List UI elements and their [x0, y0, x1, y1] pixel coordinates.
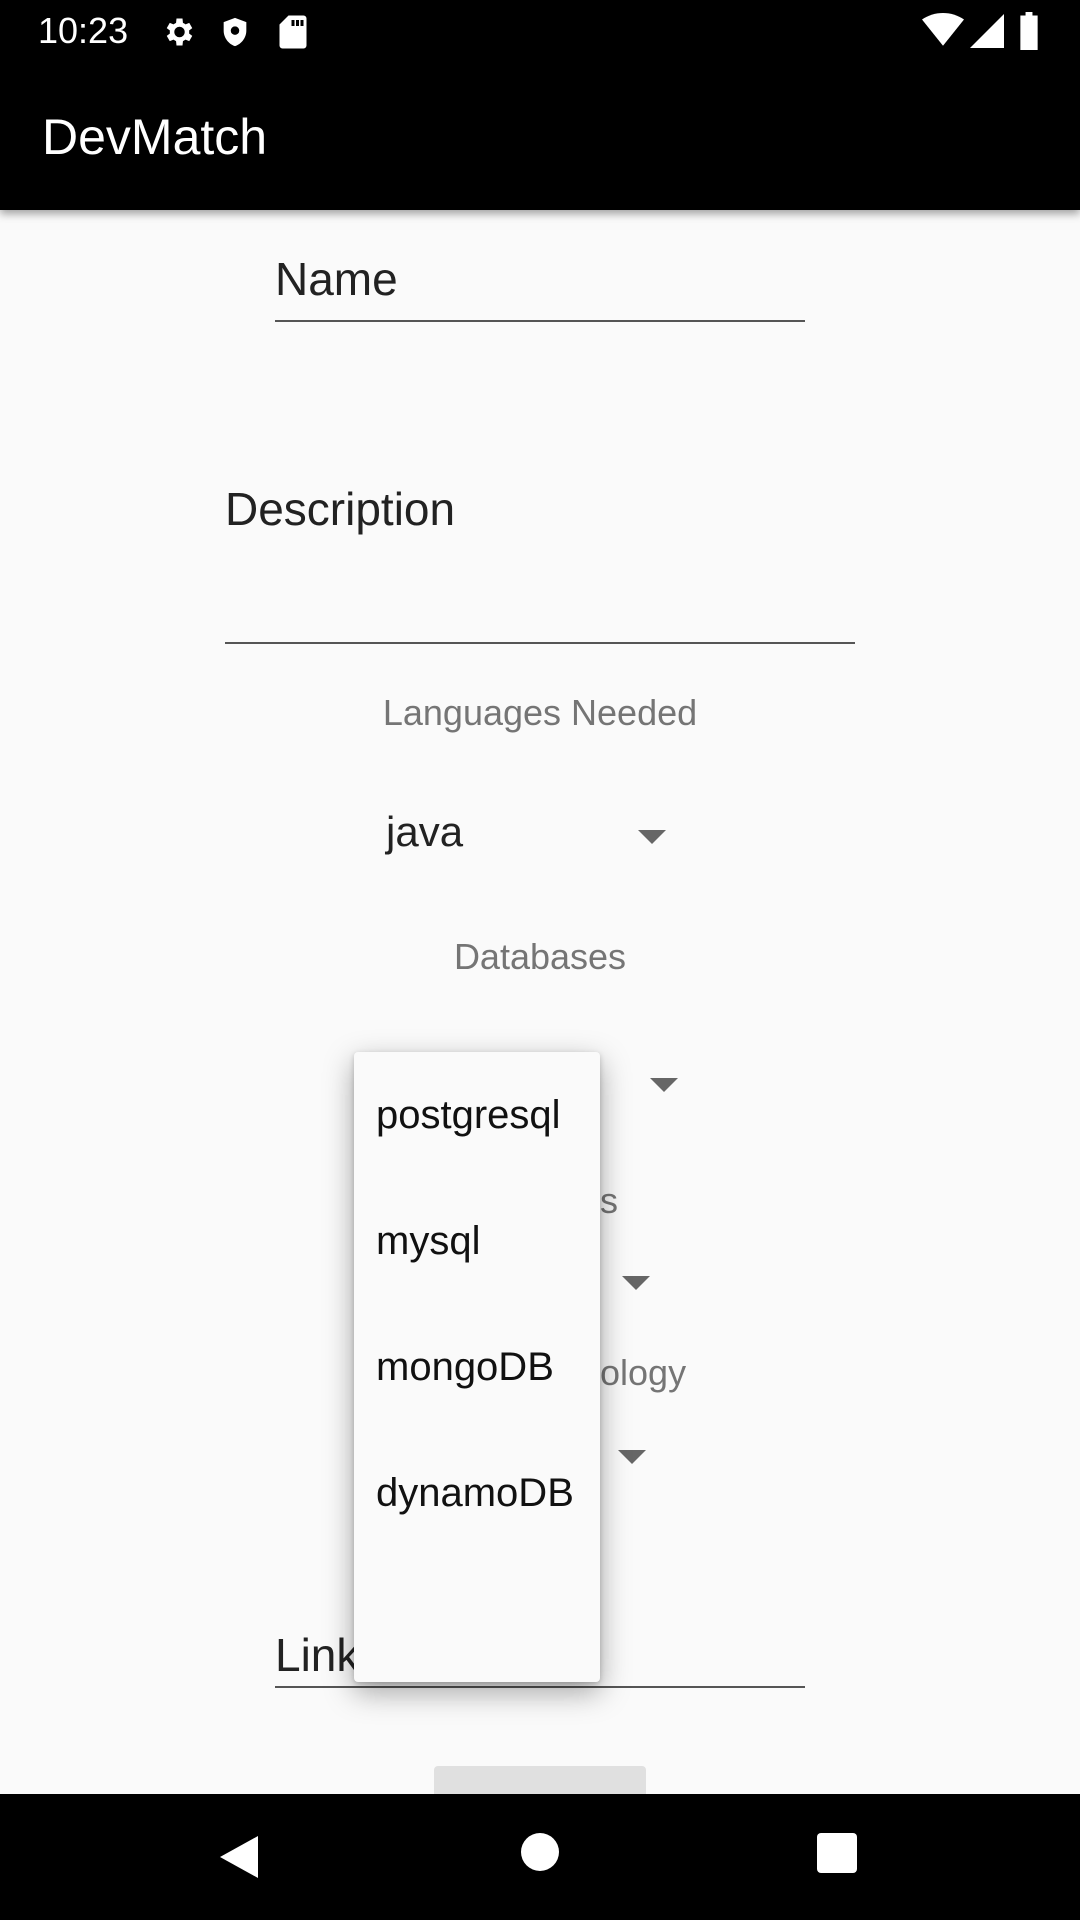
wifi-icon: [922, 12, 964, 53]
dropdown-item-mysql[interactable]: mysql: [354, 1178, 600, 1304]
signal-icon: [970, 14, 1004, 53]
frameworks-label: s: [600, 1180, 618, 1222]
chevron-down-icon: [638, 830, 666, 844]
databases-label: Databases: [453, 936, 627, 977]
back-icon[interactable]: [216, 1832, 260, 1887]
languages-selected: java: [386, 808, 464, 855]
chevron-down-icon: [622, 1276, 650, 1290]
description-placeholder: Description: [225, 483, 456, 535]
name-field[interactable]: Name: [275, 240, 805, 322]
navigation-bar: [0, 1794, 1080, 1920]
description-field[interactable]: Description: [225, 460, 855, 644]
chevron-down-icon: [618, 1450, 646, 1464]
status-time: 10:23: [38, 10, 129, 51]
gear-icon: [160, 14, 196, 55]
name-placeholder: Name: [275, 253, 398, 305]
frameworks-label-fragment: s: [600, 1180, 618, 1221]
recents-icon[interactable]: [816, 1832, 858, 1879]
shield-icon: [218, 14, 252, 55]
technology-label: ology: [600, 1352, 686, 1394]
languages-label: Languages Needed: [382, 692, 698, 733]
battery-icon: [1018, 12, 1040, 55]
home-icon[interactable]: [520, 1832, 560, 1877]
languages-spinner[interactable]: java: [380, 800, 680, 870]
link-placeholder: Link: [275, 1629, 360, 1681]
sd-card-icon: [278, 14, 308, 55]
technology-label-fragment: ology: [600, 1352, 687, 1393]
dropdown-item-mongodb[interactable]: mongoDB: [354, 1304, 600, 1430]
dropdown-item-postgresql[interactable]: postgresql: [354, 1052, 600, 1178]
chevron-down-icon: [650, 1078, 678, 1092]
app-bar: DevMatch: [0, 63, 1080, 210]
app-title: DevMatch: [42, 109, 268, 165]
status-bar: 10:23: [0, 0, 1080, 63]
database-dropdown-menu: postgresql mysql mongoDB dynamoDB: [354, 1052, 600, 1682]
dropdown-item-dynamodb[interactable]: dynamoDB: [354, 1430, 600, 1556]
